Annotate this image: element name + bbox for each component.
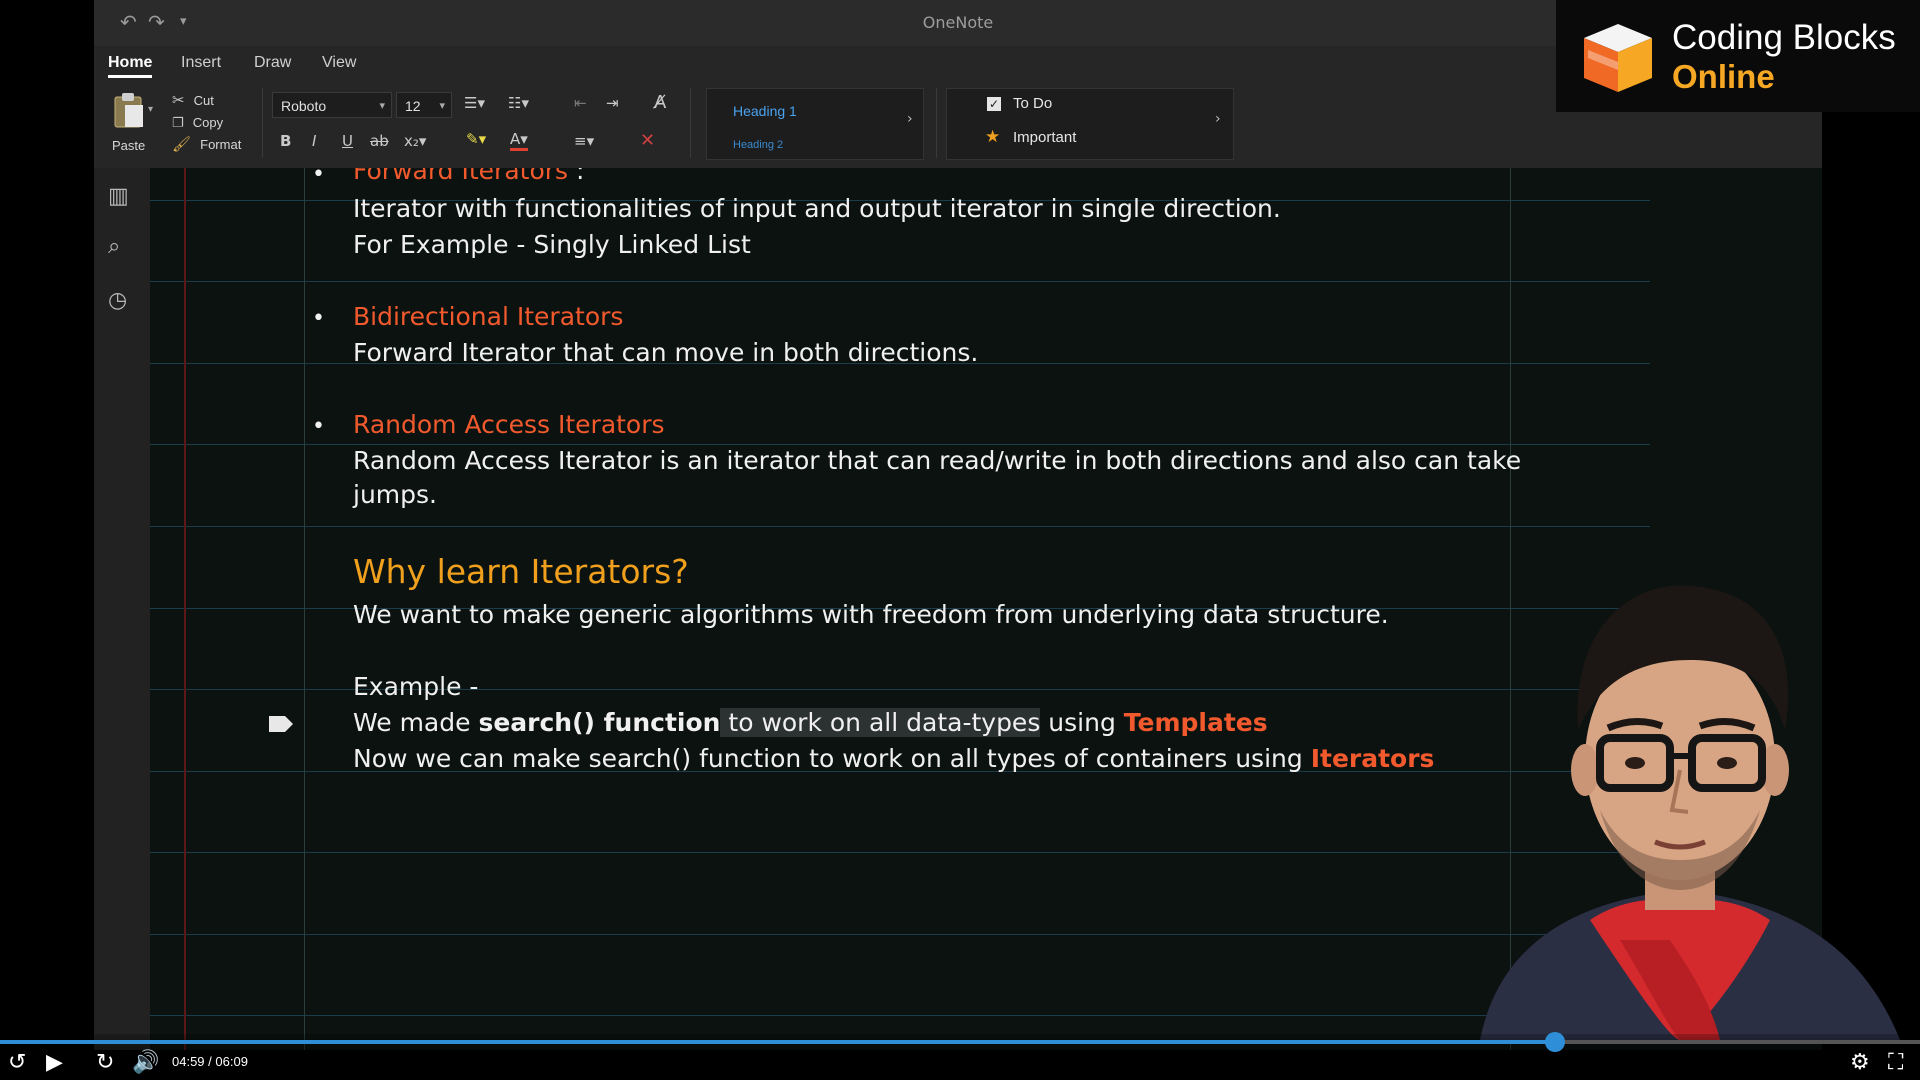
red-margin-line (184, 168, 186, 1050)
outdent-icon[interactable]: ⇤ (574, 94, 587, 112)
play-icon[interactable]: ▶ (46, 1050, 63, 1075)
bullet-icon: • (312, 168, 325, 187)
styles-gallery[interactable]: Heading 1 Heading 2 › (706, 88, 924, 160)
note-text[interactable]: We made search() function to work on all… (353, 708, 1268, 737)
note-text[interactable]: jumps. (353, 480, 437, 509)
list-item-title[interactable]: Bidirectional Iterators (353, 302, 623, 331)
tag-important[interactable]: Important (1013, 129, 1076, 146)
rule-line (150, 526, 1650, 527)
note-text[interactable]: For Example - Singly Linked List (353, 230, 751, 259)
replay-icon[interactable]: ↺ (8, 1050, 26, 1075)
align-icon[interactable]: ≡▾ (574, 132, 594, 150)
divider (690, 88, 691, 158)
settings-icon[interactable]: ⚙ (1850, 1050, 1870, 1075)
font-size-select[interactable]: 12 ▾ (396, 92, 452, 118)
rule-line (150, 444, 1650, 445)
volume-icon[interactable]: 🔊 (132, 1050, 159, 1075)
tags-gallery[interactable]: ✓ To Do ★ Important › (946, 88, 1234, 160)
chevron-down-icon: ▾ (148, 104, 154, 115)
list-item-title[interactable]: Random Access Iterators (353, 410, 665, 439)
divider (936, 88, 937, 158)
copy-button[interactable]: ❐ Copy (172, 112, 223, 131)
brush-icon: 🖌 (172, 135, 192, 153)
presenter-illustration (1480, 585, 1900, 1040)
rule-line (150, 934, 1650, 935)
format-label: Format (200, 137, 242, 152)
brand-name: Coding Blocks (1672, 18, 1896, 57)
brand-subtitle: Online (1672, 58, 1775, 95)
chevron-right-icon[interactable]: › (1215, 111, 1221, 127)
note-text[interactable]: Random Access Iterator is an iterator th… (353, 446, 1521, 475)
recent-icon[interactable]: ◷ (108, 288, 127, 313)
bullet-icon: • (312, 306, 325, 331)
note-text[interactable]: Now we can make search() function to wor… (353, 744, 1434, 773)
time-current: 04:59 (172, 1054, 205, 1069)
indent-icon[interactable]: ⇥ (606, 94, 619, 112)
scissors-icon: ✂ (172, 91, 185, 109)
font-size-value: 12 (405, 98, 421, 114)
rule-line (150, 281, 1650, 282)
presenter-webcam (1440, 560, 1920, 1040)
tab-draw[interactable]: Draw (254, 54, 291, 72)
copy-icon: ❐ (172, 116, 184, 131)
underline-icon[interactable]: U (342, 132, 353, 150)
chevron-down-icon: ▾ (439, 100, 445, 112)
search-icon[interactable]: ⌕ (108, 234, 120, 259)
font-name-select[interactable]: Roboto ▾ (272, 92, 392, 118)
notebooks-icon[interactable]: ▥ (108, 184, 129, 209)
tag-todo[interactable]: To Do (1013, 95, 1052, 112)
left-nav: ▥ ⌕ ◷ (94, 168, 150, 1050)
coding-blocks-logo-icon (1584, 24, 1652, 92)
paste-button[interactable]: ▾ Paste (108, 88, 158, 158)
rule-line (150, 1015, 1650, 1016)
tab-insert[interactable]: Insert (181, 54, 221, 72)
progress-fill (0, 1040, 1556, 1044)
strikethrough-icon[interactable]: ab (370, 132, 389, 150)
forward-icon[interactable]: ↻ (96, 1050, 114, 1075)
paste-label: Paste (112, 138, 146, 153)
clear-format-icon[interactable]: A̸ (654, 92, 666, 113)
note-text[interactable]: Iterator with functionalities of input a… (353, 194, 1281, 223)
note-text[interactable]: Forward Iterator that can move in both d… (353, 338, 978, 367)
list-item-title[interactable]: Forward Iterators : (353, 168, 584, 185)
note-text[interactable]: We want to make generic algorithms with … (353, 600, 1389, 629)
brand-overlay: Coding Blocks Online (1556, 0, 1920, 112)
format-painter-button[interactable]: 🖌 Format (172, 134, 241, 153)
cut-button[interactable]: ✂ Cut (172, 90, 214, 109)
time-display: 04:59 / 06:09 (172, 1054, 248, 1069)
font-name-value: Roboto (281, 98, 327, 114)
rule-line (150, 852, 1650, 853)
copy-label: Copy (192, 115, 224, 130)
divider (262, 88, 263, 158)
italic-icon[interactable]: I (312, 132, 316, 150)
cut-label: Cut (193, 93, 214, 108)
paste-icon (114, 93, 143, 128)
text-selection: to work on all data-types (720, 708, 1041, 737)
style-heading1[interactable]: Heading 1 (733, 103, 797, 119)
paragraph-handle-icon[interactable] (268, 714, 294, 734)
tab-home[interactable]: Home (108, 54, 153, 78)
font-color-icon[interactable]: A▾ (510, 130, 528, 151)
note-text[interactable]: Example - (353, 672, 478, 701)
subscript-icon[interactable]: x₂▾ (404, 132, 426, 150)
checkbox-icon: ✓ (987, 97, 1001, 111)
delete-icon[interactable]: ✕ (640, 130, 655, 151)
exit-fullscreen-icon[interactable]: ⛶ (1888, 1050, 1903, 1075)
section-heading[interactable]: Why learn Iterators? (353, 552, 689, 591)
star-icon: ★ (985, 127, 1001, 147)
chevron-down-icon: ▾ (379, 100, 385, 112)
highlight-icon[interactable]: ✎▾ (466, 130, 486, 148)
time-total: 06:09 (215, 1054, 248, 1069)
style-heading2[interactable]: Heading 2 (733, 139, 783, 151)
bullets-icon[interactable]: ☰▾ (464, 94, 485, 112)
numbering-icon[interactable]: ☷▾ (508, 94, 529, 112)
tab-view[interactable]: View (322, 54, 356, 72)
chevron-right-icon[interactable]: › (907, 111, 913, 127)
bullet-icon: • (312, 414, 325, 439)
column-line (304, 168, 305, 1050)
bold-icon[interactable]: B (280, 132, 291, 150)
